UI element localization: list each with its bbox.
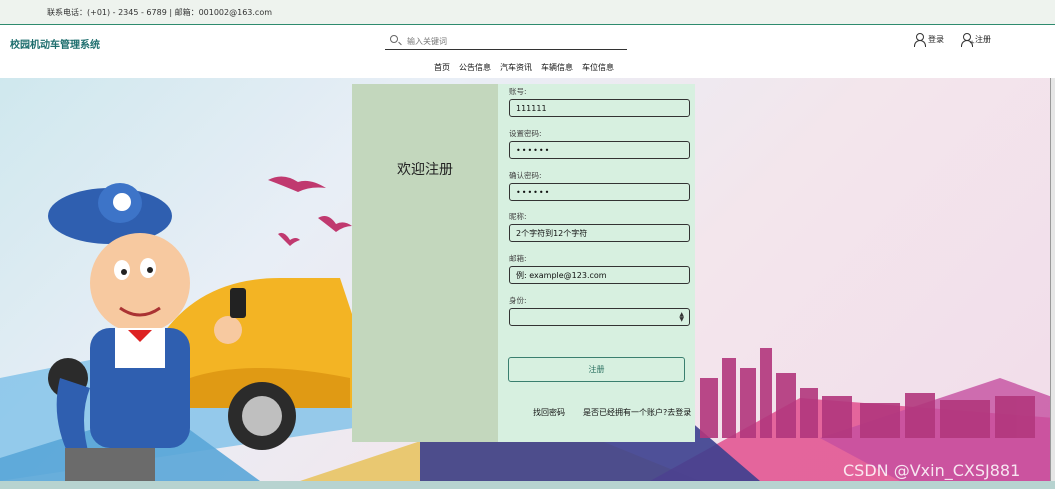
user-icon	[913, 32, 926, 47]
confirm-password-input[interactable]	[509, 183, 690, 201]
identity-select[interactable]: ▲ ▼	[509, 308, 690, 326]
nickname-input[interactable]	[509, 224, 690, 242]
vertical-scrollbar[interactable]	[1050, 78, 1055, 481]
register-label: 注册	[975, 35, 991, 44]
search-icon[interactable]	[390, 35, 398, 43]
forgot-password-link[interactable]: 找回密码	[533, 407, 565, 418]
account-label: 账号:	[509, 87, 527, 96]
bottom-strip	[0, 481, 1055, 489]
site-title: 校园机动车管理系统	[10, 40, 100, 51]
site-header: 校园机动车管理系统 登录 + 注册 首页 公告信息 汽车资讯 车辆信息 车位信息	[0, 26, 1055, 78]
welcome-heading: 欢迎注册	[397, 162, 453, 178]
confirm-password-label: 确认密码:	[509, 171, 542, 180]
email-label: 邮箱:	[509, 254, 527, 263]
login-label: 登录	[928, 35, 944, 44]
nav-item-announcements[interactable]: 公告信息	[459, 62, 491, 73]
nav-item-car-news[interactable]: 汽车资讯	[500, 62, 532, 73]
register-link[interactable]: + 注册	[960, 32, 991, 47]
register-submit-button[interactable]: 注册	[508, 357, 685, 382]
contact-info: 联系电话：(+01) - 2345 - 6789 | 邮箱：001002@163…	[47, 8, 273, 17]
register-form: 账号: 设置密码: 确认密码: 昵称: 邮箱: 身份: ▲▼ 注册 找回密码 是…	[498, 84, 695, 442]
email-input[interactable]	[509, 266, 690, 284]
go-to-login-link[interactable]: 是否已经拥有一个账户?去登录	[583, 407, 691, 418]
nickname-label: 昵称:	[509, 212, 527, 221]
main-nav: 首页 公告信息 汽车资讯 车辆信息 车位信息	[434, 62, 614, 73]
register-welcome-panel: 欢迎注册	[352, 84, 498, 442]
search-input[interactable]	[407, 34, 617, 48]
identity-label: 身份:	[509, 296, 527, 305]
password-input[interactable]	[509, 141, 690, 159]
nav-item-vehicles[interactable]: 车辆信息	[541, 62, 573, 73]
csdn-watermark: CSDN @Vxin_CXSJ881	[843, 461, 1021, 480]
search-box	[385, 32, 627, 50]
login-link[interactable]: 登录	[913, 32, 944, 47]
account-input[interactable]	[509, 99, 690, 117]
nav-item-home[interactable]: 首页	[434, 62, 450, 73]
select-arrows-icon: ▲ ▼	[679, 311, 684, 323]
add-user-icon: +	[960, 32, 975, 47]
top-info-bar: 联系电话：(+01) - 2345 - 6789 | 邮箱：001002@163…	[0, 0, 1055, 25]
password-label: 设置密码:	[509, 129, 542, 138]
nav-item-parking[interactable]: 车位信息	[582, 62, 614, 73]
